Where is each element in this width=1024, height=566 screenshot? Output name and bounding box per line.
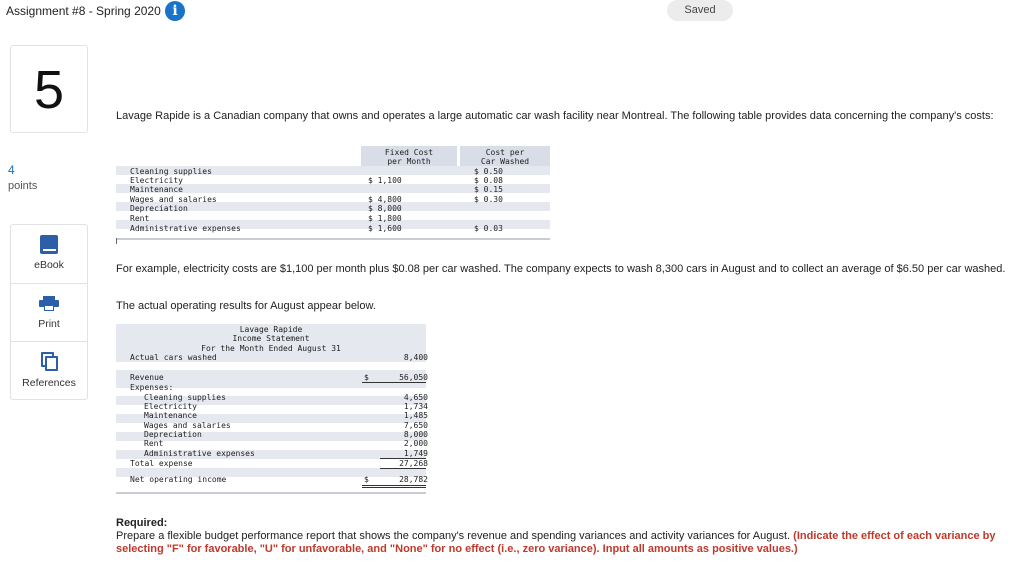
income-statement-table: Lavage Rapide Income Statement For the M… [116, 324, 428, 496]
expense-item: Depreciation [144, 430, 202, 439]
fixed-cost: $ 1,600 [368, 224, 402, 233]
required-title: Required: [116, 517, 168, 529]
statement-title-company: Lavage Rapide [239, 325, 303, 334]
cost-item: Cleaning supplies [130, 167, 212, 176]
fixed-cost: $ 4,800 [368, 195, 402, 204]
references-button[interactable]: References [11, 341, 87, 399]
expense-value: 1,734 [403, 402, 428, 411]
header-variable-2: Car Washed [480, 157, 530, 166]
expense-value: 1,485 [403, 411, 428, 420]
variable-cost: $ 0.30 [474, 195, 503, 204]
actual-cars-value: 8,400 [403, 353, 428, 362]
cost-item: Electricity [130, 176, 183, 185]
variable-cost: $ 0.50 [474, 167, 503, 176]
points-label: points [8, 180, 38, 192]
net-operating-income-value: 28,782 [399, 475, 428, 484]
net-operating-income-label: Net operating income [130, 475, 227, 484]
documents-icon [41, 352, 59, 371]
total-expense-value: 27,268 [399, 459, 428, 468]
variable-cost: $ 0.08 [474, 176, 503, 185]
assignment-title: Assignment #8 - Spring 2020 [6, 4, 161, 18]
ebook-button[interactable]: eBook [11, 225, 87, 283]
question-number-box: 5 [10, 45, 88, 133]
revenue-dollar-sign: $ [364, 373, 369, 382]
expense-item: Cleaning supplies [144, 393, 226, 402]
book-icon [40, 235, 58, 254]
expenses-label: Expenses: [130, 383, 174, 392]
statement-title-period: For the Month Ended August 31 [201, 344, 341, 353]
ebook-label: eBook [34, 259, 64, 271]
variable-cost: $ 0.03 [474, 224, 503, 233]
saved-status-badge: Saved [667, 0, 733, 21]
expense-value: 4,650 [403, 393, 428, 402]
points-value: 4 [8, 163, 15, 177]
printer-icon [39, 296, 59, 311]
required-text: Prepare a flexible budget performance re… [116, 530, 791, 542]
required-section: Required: Prepare a flexible budget perf… [116, 517, 1016, 556]
noi-dollar-sign: $ [364, 475, 369, 484]
expense-value: 8,000 [403, 430, 428, 439]
fixed-cost: $ 8,000 [368, 204, 402, 213]
cost-item: Wages and salaries [130, 195, 217, 204]
print-button[interactable]: Print [11, 283, 87, 341]
top-bar: Assignment #8 - Spring 2020 i Saved [0, 0, 1024, 24]
expense-value: 2,000 [403, 439, 428, 448]
revenue-value: 56,050 [399, 373, 428, 382]
expense-item: Rent [144, 439, 164, 448]
statement-title-type: Income Statement [232, 334, 310, 343]
revenue-label: Revenue [130, 373, 164, 382]
print-label: Print [38, 318, 60, 330]
intro-text: Lavage Rapide is a Canadian company that… [116, 110, 994, 122]
expense-item: Administrative expenses [144, 449, 255, 458]
expense-value: 7,650 [403, 421, 428, 430]
expense-item: Electricity [144, 402, 197, 411]
cost-item: Administrative expenses [130, 224, 241, 233]
cost-data-table: Fixed Cost per Month Cost per Car Washed… [116, 146, 550, 244]
fixed-cost: $ 1,800 [368, 214, 402, 223]
header-fixed-1: Fixed Cost [384, 148, 434, 157]
expense-item: Maintenance [144, 411, 197, 420]
required-text-block: Prepare a flexible budget performance re… [116, 530, 1016, 556]
cost-item: Depreciation [130, 204, 188, 213]
actual-results-intro: The actual operating results for August … [116, 300, 376, 312]
fixed-cost: $ 1,100 [368, 176, 402, 185]
header-fixed-2: per Month [387, 157, 431, 166]
table-divider [116, 492, 426, 494]
expense-item: Wages and salaries [144, 421, 231, 430]
cost-item: Rent [130, 214, 150, 223]
expense-value: 1,749 [403, 449, 428, 458]
question-number: 5 [33, 60, 65, 120]
info-icon[interactable]: i [165, 1, 185, 21]
references-label: References [22, 377, 76, 389]
table-edge-mark [116, 238, 117, 244]
total-expense-label: Total expense [130, 459, 193, 468]
variable-cost: $ 0.15 [474, 185, 503, 194]
example-text: For example, electricity costs are $1,10… [116, 263, 1006, 275]
cost-item: Maintenance [130, 185, 183, 194]
question-tools: eBook Print References [10, 224, 88, 400]
table-divider [116, 238, 550, 240]
header-variable-1: Cost per [485, 148, 525, 157]
actual-cars-label: Actual cars washed [130, 353, 217, 362]
